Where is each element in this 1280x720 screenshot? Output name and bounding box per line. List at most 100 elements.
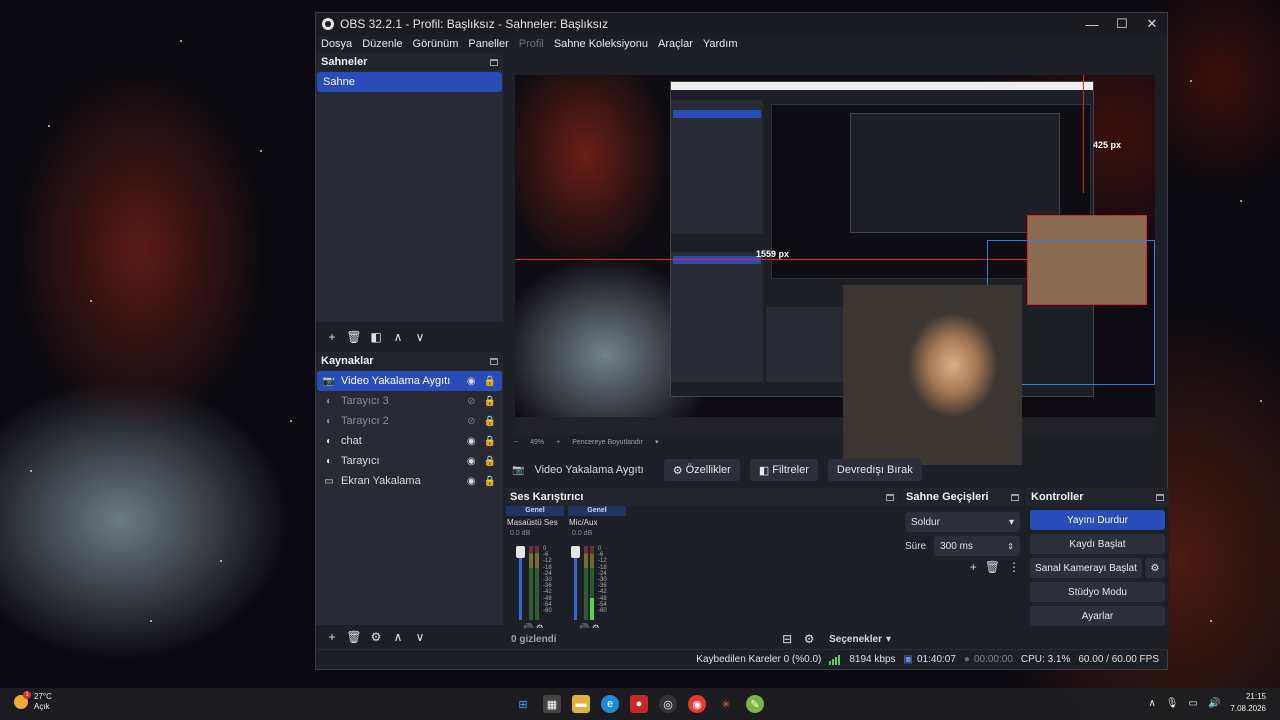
undock-icon[interactable] (490, 58, 498, 66)
tray-chevron-up-icon[interactable]: ∧ (1148, 698, 1155, 709)
studio-mode-button[interactable]: Stüdyo Modu (1030, 582, 1165, 602)
source-settings-icon[interactable]: ⚙ (366, 630, 386, 644)
controls-dock: Kontroller Yayını Durdur Kaydı Başlat Sa… (1026, 488, 1169, 650)
remove-transition-icon[interactable]: 🗑 (985, 560, 1000, 574)
visibility-eye-icon[interactable]: ◉ (467, 476, 476, 487)
channel-name[interactable]: Masaüstü Ses (506, 516, 564, 530)
stream-icon: ▣ (903, 654, 913, 665)
lock-icon[interactable]: 🔒 (484, 376, 496, 387)
source-item[interactable]: ◐ Tarayıcı 3 ⊘ 🔒 (317, 391, 502, 411)
stop-streaming-button[interactable]: Yayını Durdur (1030, 510, 1165, 530)
menu-file[interactable]: Dosya (321, 38, 352, 50)
move-up-icon[interactable]: ∧ (388, 630, 408, 644)
preview-canvas[interactable]: 1559 px 425 px (515, 75, 1155, 435)
transition-value: Soldur (911, 516, 940, 528)
sources-toolbar: + 🗑 ⚙ ∧ ∨ (316, 626, 503, 648)
lock-icon[interactable]: 🔒 (484, 396, 496, 407)
lock-icon[interactable]: 🔒 (484, 416, 496, 427)
source-item[interactable]: ◐ chat ◉ 🔒 (317, 431, 502, 451)
remove-scene-icon[interactable]: 🗑 (344, 330, 364, 344)
add-scene-icon[interactable]: + (322, 330, 342, 344)
add-source-icon[interactable]: + (322, 630, 342, 644)
file-explorer-icon[interactable]: ▬ (572, 695, 590, 713)
transitions-dock: Sahne Geçişleri Soldur ▾ Süre 300 ms ⇕ + (901, 488, 1024, 650)
move-down-icon[interactable]: ∨ (410, 330, 430, 344)
remove-source-icon[interactable]: 🗑 (344, 630, 364, 644)
undock-icon[interactable] (886, 493, 894, 501)
start-menu-icon[interactable]: ⊞ (514, 695, 532, 713)
lock-icon[interactable]: 🔒 (484, 456, 496, 467)
app-burst-icon[interactable]: ✳ (717, 695, 735, 713)
more-options-icon[interactable]: ⋮ (1008, 560, 1020, 574)
spin-arrows-icon[interactable]: ⇕ (1007, 542, 1014, 551)
filters-button[interactable]: ◧ Filtreler (749, 459, 818, 481)
controls-title: Kontroller (1031, 491, 1084, 503)
volume-slider[interactable] (516, 546, 525, 620)
hidden-eye-icon[interactable]: ⊘ (467, 416, 475, 427)
start-virtual-camera-button[interactable]: Sanal Kamerayı Başlat (1030, 558, 1142, 578)
deactivate-button[interactable]: Devredışı Bırak (827, 459, 922, 481)
scene-item[interactable]: Sahne (317, 72, 502, 92)
chevron-down-icon[interactable]: ▾ (655, 438, 659, 446)
app-green-icon[interactable]: ✎ (746, 695, 764, 713)
edge-browser-icon[interactable]: e (601, 695, 619, 713)
transitions-title: Sahne Geçişleri (906, 491, 989, 503)
scene-filters-icon[interactable]: ◧ (366, 330, 386, 344)
menu-view[interactable]: Görünüm (413, 38, 459, 50)
undock-icon[interactable] (1011, 493, 1019, 501)
properties-button[interactable]: ⚙ Özellikler (663, 459, 740, 481)
volume-slider[interactable] (571, 546, 580, 620)
network-icon[interactable]: ▭ (1189, 698, 1198, 709)
weather-widget[interactable]: 1 27°C Açık (14, 691, 52, 712)
chevron-down-icon[interactable]: ▾ (886, 634, 891, 645)
mixer-layout-icon[interactable]: ⊟ (777, 632, 797, 646)
volume-icon[interactable]: 🔊 (1208, 698, 1220, 709)
hidden-eye-icon[interactable]: ⊘ (467, 396, 475, 407)
visibility-eye-icon[interactable]: ◉ (467, 376, 476, 387)
minimize-button[interactable]: — (1077, 17, 1107, 32)
source-label: Tarayıcı 2 (341, 415, 389, 427)
undock-icon[interactable] (1156, 493, 1164, 501)
notification-badge: 1 (23, 691, 31, 699)
volume-knob[interactable] (571, 546, 580, 558)
menu-tools[interactable]: Araçlar (658, 38, 693, 50)
start-recording-button[interactable]: Kaydı Başlat (1030, 534, 1165, 554)
source-item[interactable]: ▭ Ekran Yakalama ◉ 🔒 (317, 471, 502, 491)
lock-icon[interactable]: 🔒 (484, 436, 496, 447)
menu-docks[interactable]: Paneller (468, 38, 508, 50)
settings-button[interactable]: Ayarlar (1030, 606, 1165, 626)
clock[interactable]: 21:15 7.08.2026 (1230, 691, 1266, 715)
source-item[interactable]: ◐ Tarayıcı ◉ 🔒 (317, 451, 502, 471)
visibility-eye-icon[interactable]: ◉ (467, 436, 476, 447)
menu-help[interactable]: Yardım (703, 38, 738, 50)
fit-window-button[interactable]: Pencereye Boyutlandır (572, 439, 643, 446)
move-down-icon[interactable]: ∨ (410, 630, 430, 644)
zoom-in-button[interactable]: + (556, 439, 560, 446)
undock-icon[interactable] (490, 357, 498, 365)
mixer-options-button[interactable]: Seçenekler (829, 634, 882, 645)
duration-input[interactable]: 300 ms ⇕ (934, 536, 1020, 556)
zoom-out-button[interactable]: − (514, 439, 518, 446)
task-view-icon[interactable]: ▦ (543, 695, 561, 713)
menu-edit[interactable]: Düzenle (362, 38, 402, 50)
mixer-settings-icon[interactable]: ⚙ (799, 632, 819, 646)
visibility-eye-icon[interactable]: ◉ (467, 456, 476, 467)
maximize-button[interactable]: ☐ (1107, 16, 1137, 32)
lock-icon[interactable]: 🔒 (484, 476, 496, 487)
source-item[interactable]: 📷 Video Yakalama Aygıtı ◉ 🔒 (317, 371, 502, 391)
menu-scene-collection[interactable]: Sahne Koleksiyonu (554, 38, 648, 50)
source-item[interactable]: ◐ Tarayıcı 2 ⊘ 🔒 (317, 411, 502, 431)
microphone-icon[interactable]: 🎙 (1166, 698, 1179, 709)
menu-profile[interactable]: Profil (519, 38, 544, 50)
obs-taskbar-icon[interactable]: ◎ (659, 695, 677, 713)
app-red-icon[interactable]: ● (630, 695, 648, 713)
gear-icon: ⚙ (672, 464, 683, 477)
add-transition-icon[interactable]: + (970, 560, 977, 574)
channel-name[interactable]: Mic/Aux (568, 516, 626, 530)
close-button[interactable]: ✕ (1137, 16, 1167, 32)
virtual-camera-settings-icon[interactable]: ⚙ (1145, 558, 1165, 578)
transition-select[interactable]: Soldur ▾ (905, 512, 1020, 532)
chrome-icon[interactable]: ◉ (688, 695, 706, 713)
move-up-icon[interactable]: ∧ (388, 330, 408, 344)
volume-knob[interactable] (516, 546, 525, 558)
